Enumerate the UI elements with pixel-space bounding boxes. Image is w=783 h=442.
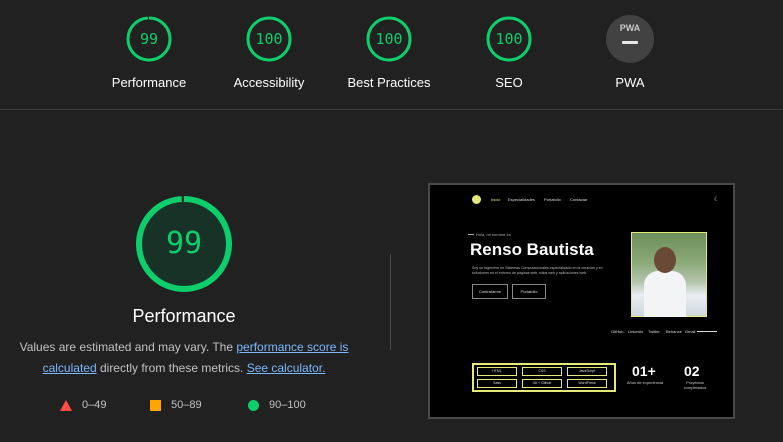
greeting-line (468, 234, 474, 235)
site-stat-projects-label: Proyectos completados (683, 380, 707, 390)
site-stat-experience-label: Años de experiencia (626, 380, 664, 385)
pwa-label[interactable]: PWA (570, 75, 690, 90)
best-practices-score: 100 (375, 30, 403, 48)
site-nav-especialidades: Especialidades (508, 197, 535, 202)
moon-icon: ☾ (714, 197, 720, 203)
pwa-dash-icon (622, 41, 638, 44)
performance-main-score: 99 (165, 226, 203, 261)
site-profile-photo (631, 232, 707, 317)
legend-pass: 90–100 (248, 398, 306, 412)
best-practices-gauge[interactable]: 100 (365, 15, 413, 63)
tech-chip: JavaScript (567, 367, 607, 376)
seo-score: 100 (495, 30, 523, 48)
legend-fail: 0–49 (60, 398, 106, 412)
accessibility-label[interactable]: Accessibility (209, 75, 329, 90)
site-name: Renso Bautista (470, 240, 594, 259)
seo-gauge[interactable]: 100 (485, 15, 533, 63)
site-nav-contactar: Contactar (570, 197, 588, 202)
photo-body (644, 271, 686, 317)
site-tech-box: HTML CSS JavaScript Sass Git + Github Wo… (472, 363, 616, 392)
site-portfolio-button: Portafolio (512, 284, 546, 299)
tech-chip: CSS (522, 367, 562, 376)
triangle-icon (60, 399, 72, 411)
tech-chip: HTML (477, 367, 517, 376)
site-stat-projects-number: 02 (684, 363, 700, 379)
performance-title: Performance (132, 306, 236, 326)
performance-score: 99 (139, 30, 159, 48)
site-social-gmail: Gmail (685, 329, 696, 334)
best-practices-label[interactable]: Best Practices (329, 75, 449, 90)
site-social-behance: Behance (666, 329, 682, 334)
tech-chip: WordPress (567, 379, 607, 388)
site-stat-experience-number: 01+ (632, 363, 656, 379)
site-social-github: GitHub (611, 329, 624, 334)
site-nav-portafolio: Portafolio (544, 197, 561, 202)
accessibility-score: 100 (255, 30, 283, 48)
legend-average: 50–89 (150, 398, 202, 412)
circle-icon (248, 399, 259, 411)
performance-description: Values are estimated and may vary. The p… (10, 337, 358, 379)
site-nav-inicio: Inicio (491, 197, 501, 202)
performance-main-gauge: 99 (134, 194, 234, 294)
site-social-twitter: Twitter (648, 329, 660, 334)
tech-chip: Sass (477, 379, 517, 388)
site-hire-button: Contratarme (472, 284, 508, 299)
calculator-link[interactable]: See calculator. (247, 361, 326, 375)
social-line (697, 331, 717, 332)
legend-average-label: 50–89 (171, 399, 202, 411)
site-social-linkedin: LinkedIn (628, 329, 644, 334)
category-scores-bar: 99 Performance 100 Accessibility 100 Bes… (0, 0, 783, 110)
tech-chip: Git + Github (522, 379, 562, 388)
seo-label[interactable]: SEO (449, 75, 569, 90)
divider (390, 254, 391, 350)
square-icon (150, 399, 161, 411)
site-bio: Soy un Ingeniero en Sistemas Computacion… (472, 266, 603, 275)
photo-head (654, 247, 676, 273)
pwa-badge-text: PWA (619, 23, 641, 33)
desc-mid: directly from these metrics. (96, 361, 247, 375)
legend-fail-label: 0–49 (82, 399, 107, 411)
performance-label[interactable]: Performance (89, 75, 209, 90)
performance-gauge[interactable]: 99 (125, 15, 173, 63)
legend-pass-label: 90–100 (269, 399, 306, 411)
site-greeting: Hola, mi nombre es (476, 232, 511, 237)
pwa-badge[interactable]: PWA (606, 15, 654, 63)
site-logo-icon (472, 195, 481, 204)
accessibility-gauge[interactable]: 100 (245, 15, 293, 63)
desc-prefix: Values are estimated and may vary. The (19, 340, 237, 354)
final-screenshot[interactable]: Inicio Especialidades Portafolio Contact… (428, 183, 735, 419)
